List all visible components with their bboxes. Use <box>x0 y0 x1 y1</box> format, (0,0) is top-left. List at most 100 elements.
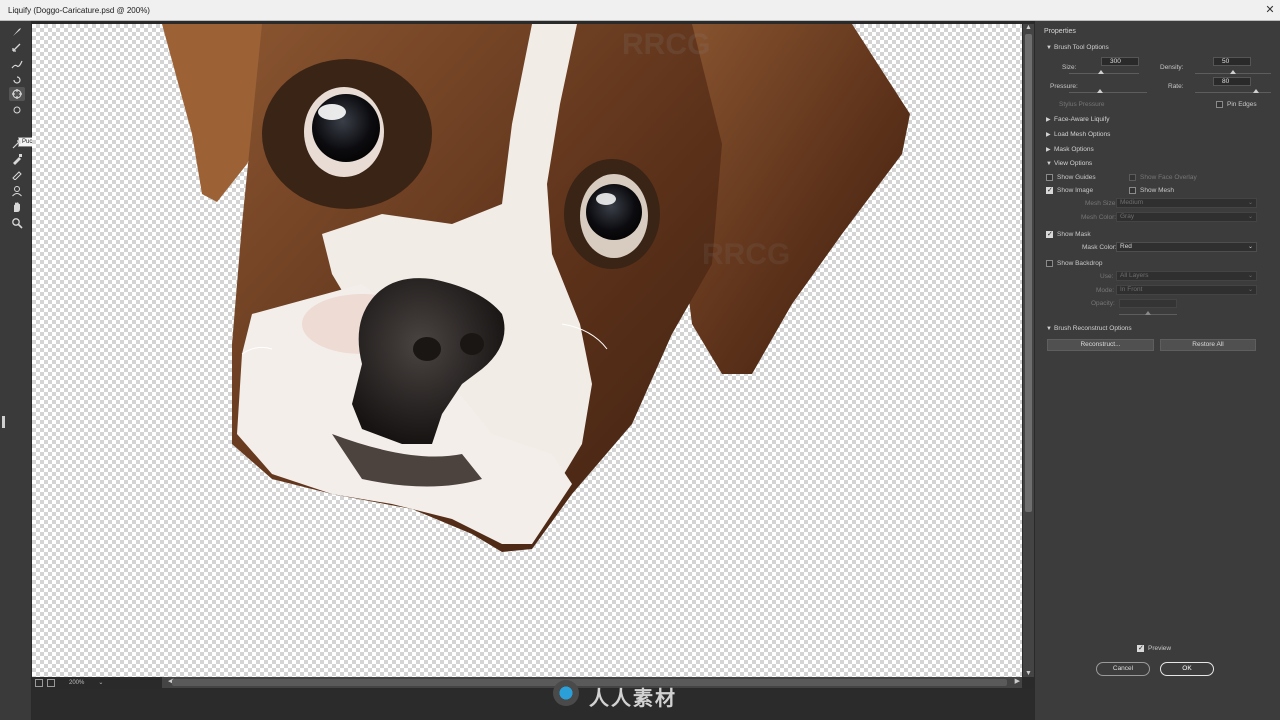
cancel-button[interactable]: Cancel <box>1096 662 1150 676</box>
show-mesh-checkbox[interactable] <box>1129 187 1136 194</box>
mask-color-label: Mask Color: <box>1082 244 1117 251</box>
mask-options-header[interactable]: ▶ Mask Options <box>1046 146 1094 153</box>
chevron-down-icon: ▼ <box>1046 326 1052 332</box>
scroll-down-arrow-icon[interactable]: ▼ <box>1023 670 1034 677</box>
chevron-right-icon: ▶ <box>1046 147 1051 153</box>
bloat-tool-icon[interactable] <box>9 103 25 117</box>
zoom-level[interactable]: 200% <box>69 680 84 686</box>
preview-label: Preview <box>1148 645 1172 652</box>
density-slider[interactable] <box>1195 70 1271 74</box>
dog-image: RRCG RRCG <box>162 24 910 552</box>
pucker-tool-icon[interactable] <box>9 87 25 101</box>
density-field[interactable]: 50 <box>1213 57 1251 66</box>
vertical-scrollbar[interactable]: ▲ ▼ <box>1023 24 1034 677</box>
show-mask-label: Show Mask <box>1057 231 1091 238</box>
face-tool-icon[interactable] <box>9 184 25 198</box>
opacity-label: Opacity: <box>1091 300 1115 307</box>
size-slider-knob[interactable] <box>1097 70 1104 74</box>
rate-slider-knob[interactable] <box>1252 89 1259 93</box>
density-slider-knob[interactable] <box>1230 70 1236 74</box>
tools-toolbar: Pucker Tool (S) <box>0 21 67 720</box>
size-label: Size: <box>1062 64 1077 71</box>
zoom-in-icon[interactable] <box>47 678 55 687</box>
chevron-down-icon: ⌄ <box>1247 287 1253 293</box>
use-label: Use: <box>1100 273 1114 280</box>
mesh-color-label: Mesh Color: <box>1081 214 1117 221</box>
mesh-size-label: Mesh Size: <box>1085 200 1118 207</box>
pressure-slider[interactable] <box>1069 89 1147 93</box>
scroll-right-arrow-icon[interactable]: ▶ <box>1015 677 1020 685</box>
chevron-right-icon: ▶ <box>1046 132 1051 138</box>
rate-label: Rate: <box>1168 83 1184 90</box>
chevron-down-icon: ⌄ <box>1247 214 1253 220</box>
show-face-overlay-checkbox[interactable] <box>1129 174 1136 181</box>
size-slider[interactable] <box>1069 70 1139 74</box>
preview-checkbox[interactable] <box>1137 644 1144 652</box>
scroll-up-arrow-icon[interactable]: ▲ <box>1023 24 1034 31</box>
reconstruct-tool-icon[interactable] <box>9 41 25 55</box>
show-guides-label: Show Guides <box>1057 174 1096 181</box>
view-options-header[interactable]: ▼ View Options <box>1046 160 1092 167</box>
opacity-slider-knob[interactable] <box>1145 311 1151 315</box>
svg-text:RRCG: RRCG <box>702 238 790 271</box>
canvas-area: RRCG RRCG ▲ ▼ ◀ ▶ <box>32 21 1034 689</box>
window-title: Liquify (Doggo-Caricature.psd @ 200%) <box>8 6 150 15</box>
thaw-mask-tool-icon[interactable] <box>9 167 25 181</box>
mesh-color-select[interactable]: Gray ⌄ <box>1116 212 1257 222</box>
restore-all-button[interactable]: Restore All <box>1160 339 1256 351</box>
pressure-label: Pressure: <box>1050 83 1078 90</box>
mesh-size-select[interactable]: Medium ⌄ <box>1116 198 1257 208</box>
vertical-scrollbar-thumb[interactable] <box>1025 34 1032 512</box>
ok-button[interactable]: OK <box>1160 662 1214 676</box>
opacity-slider[interactable] <box>1119 311 1177 315</box>
smooth-tool-icon[interactable] <box>9 57 25 71</box>
mask-color-select[interactable]: Red ⌄ <box>1116 242 1257 252</box>
watermark-text: 人人素材 <box>589 686 677 710</box>
title-bar: Liquify (Doggo-Caricature.psd @ 200%) ✕ <box>0 0 1280 21</box>
mode-select[interactable]: In Front ⌄ <box>1116 285 1257 295</box>
svg-text:RRCG: RRCG <box>622 28 710 61</box>
properties-panel: Properties ▼ Brush Tool Options Size: 300… <box>1034 21 1280 720</box>
freeze-mask-tool-icon[interactable] <box>9 152 25 166</box>
brush-tool-options-header[interactable]: ▼ Brush Tool Options <box>1046 44 1109 51</box>
chevron-right-icon: ▶ <box>1046 117 1051 123</box>
hand-tool-icon[interactable] <box>9 200 25 214</box>
pin-edges-label: Pin Edges <box>1227 101 1257 108</box>
chevron-down-icon: ▼ <box>1046 161 1052 167</box>
chevron-down-icon: ▼ <box>1046 45 1052 51</box>
stylus-pressure-label: Stylus Pressure <box>1059 101 1105 108</box>
load-mesh-options-header[interactable]: ▶ Load Mesh Options <box>1046 131 1110 138</box>
use-select[interactable]: All Layers ⌄ <box>1116 271 1257 281</box>
show-backdrop-checkbox[interactable] <box>1046 260 1053 267</box>
chevron-down-icon: ⌄ <box>1247 200 1253 206</box>
show-image-checkbox[interactable] <box>1046 186 1053 194</box>
show-mask-checkbox[interactable] <box>1046 230 1053 238</box>
pin-edges-checkbox[interactable] <box>1216 101 1223 108</box>
status-bar: 200% ⌄ <box>32 677 162 688</box>
zoom-tool-icon[interactable] <box>9 216 25 230</box>
face-aware-liquify-header[interactable]: ▶ Face-Aware Liquify <box>1046 116 1110 123</box>
mode-label: Mode: <box>1096 287 1115 294</box>
twirl-clockwise-tool-icon[interactable] <box>9 73 25 87</box>
show-image-label: Show Image <box>1057 187 1094 194</box>
show-mesh-label: Show Mesh <box>1140 187 1174 194</box>
close-icon[interactable]: ✕ <box>1262 2 1278 18</box>
opacity-field[interactable] <box>1119 299 1177 308</box>
show-guides-checkbox[interactable] <box>1046 174 1053 181</box>
chevron-down-icon[interactable]: ⌄ <box>98 679 103 686</box>
forward-warp-tool-icon[interactable] <box>9 25 25 39</box>
show-face-overlay-label: Show Face Overlay <box>1140 174 1197 181</box>
show-backdrop-label: Show Backdrop <box>1057 260 1103 267</box>
panel-resize-handle[interactable] <box>2 416 5 428</box>
zoom-out-icon[interactable] <box>35 678 43 687</box>
reconstruct-button[interactable]: Reconstruct... <box>1047 339 1154 351</box>
properties-title: Properties <box>1044 28 1076 35</box>
brush-reconstruct-options-header[interactable]: ▼ Brush Reconstruct Options <box>1046 325 1132 332</box>
watermark-logo-icon <box>553 680 579 706</box>
rate-slider[interactable] <box>1195 89 1271 93</box>
size-field[interactable]: 300 <box>1101 57 1139 66</box>
image-canvas[interactable]: RRCG RRCG <box>32 24 1022 677</box>
pressure-slider-knob[interactable] <box>1097 89 1104 93</box>
rate-field[interactable]: 80 <box>1213 77 1251 86</box>
push-left-tool-icon[interactable] <box>9 137 25 151</box>
